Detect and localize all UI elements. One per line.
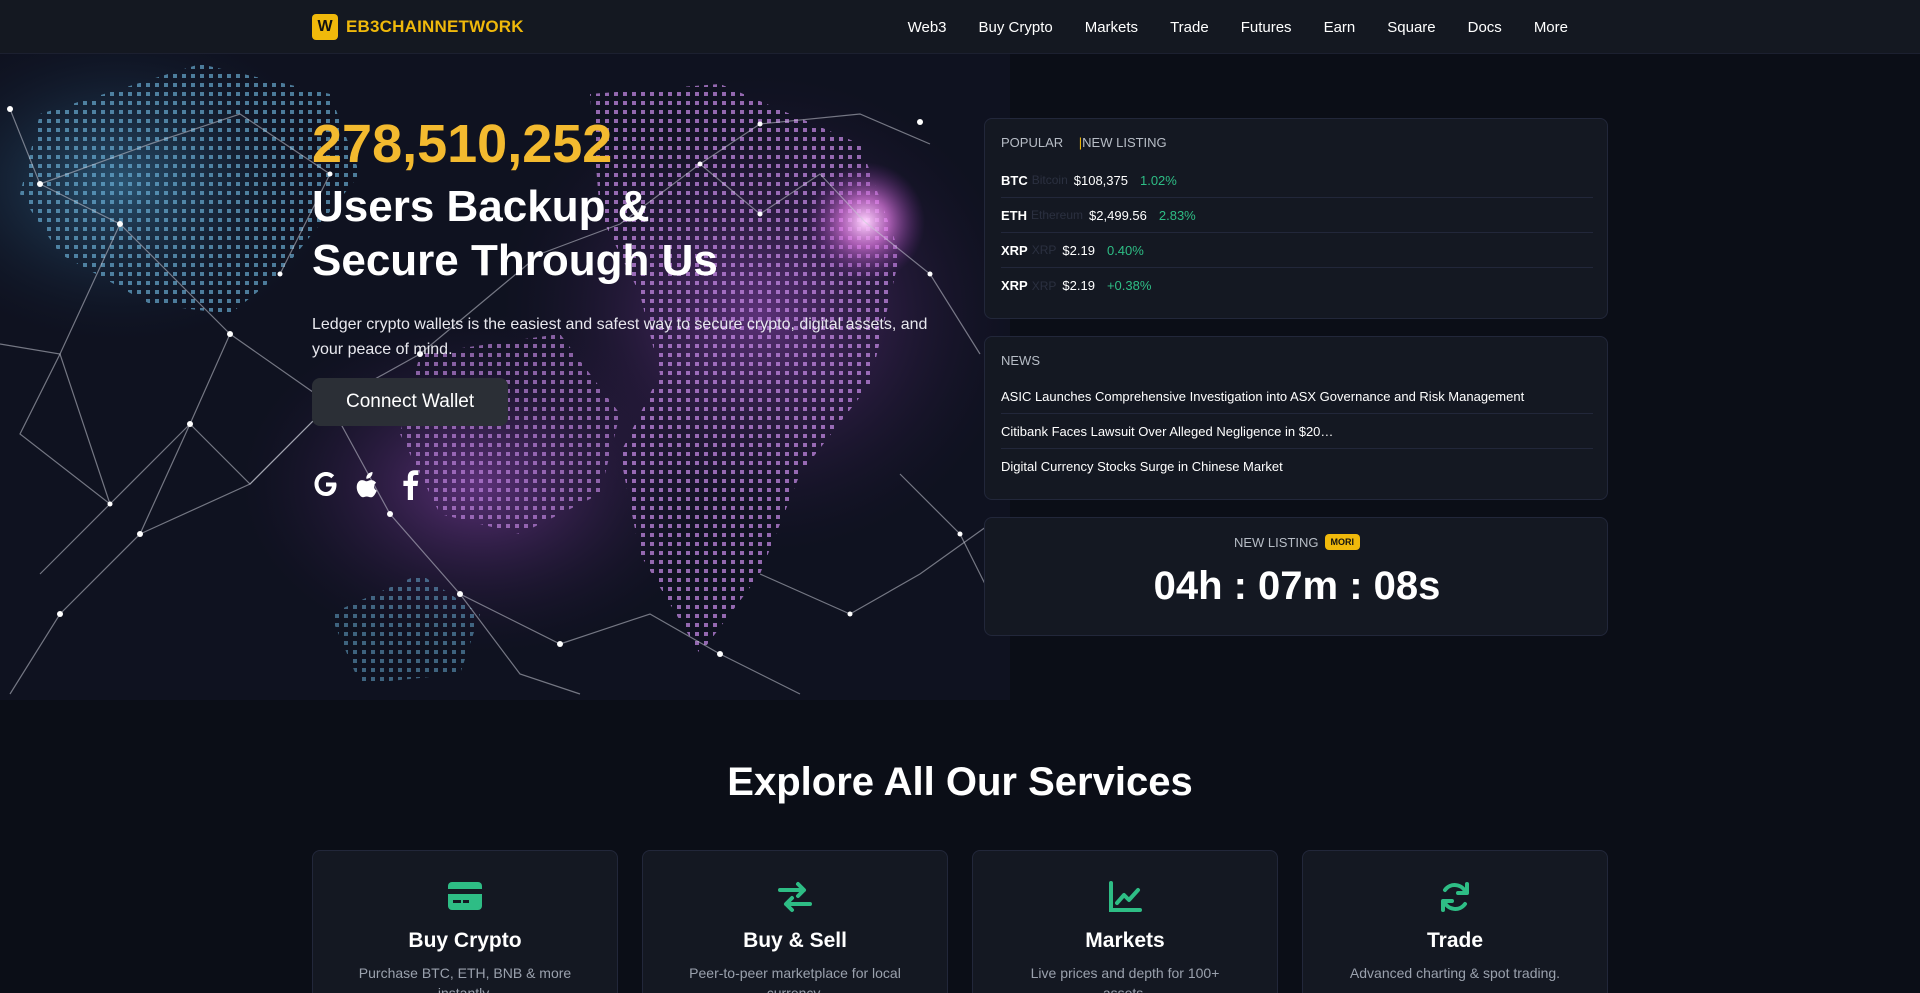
hero-section: 278,510,252 Users Backup & Secure Throug… [312, 114, 952, 500]
service-title: Buy & Sell [743, 929, 847, 952]
ticker-symbol: XRP [1001, 278, 1028, 293]
news-item[interactable]: Digital Currency Stocks Surge in Chinese… [1001, 449, 1593, 484]
apple-icon[interactable] [354, 468, 382, 500]
connect-wallet-button[interactable]: Connect Wallet [312, 378, 509, 426]
news-card: NEWS ASIC Launches Comprehensive Investi… [984, 336, 1608, 500]
credit-card-icon [313, 881, 617, 911]
nav-trade[interactable]: Trade [1170, 19, 1209, 36]
nav-more[interactable]: More [1534, 19, 1568, 36]
nav-square[interactable]: Square [1387, 19, 1435, 36]
ticker-price: $2.19 [1062, 242, 1095, 258]
refresh-icon [1303, 881, 1607, 913]
service-title: Markets [1085, 929, 1165, 952]
service-title: Trade [1426, 929, 1484, 952]
ticker-price: $108,375 [1073, 172, 1128, 188]
service-title: Buy Crypto [408, 929, 522, 952]
facebook-icon[interactable] [396, 468, 424, 500]
news-item[interactable]: Citibank Faces Lawsuit Over Alleged Negl… [1001, 414, 1593, 449]
ticker-symbol: ETH [1001, 207, 1027, 223]
nav-web3[interactable]: Web3 [908, 19, 947, 36]
service-description: Purchase BTC, ETH, BNB & more instantly. [358, 965, 572, 993]
nav-docs[interactable]: Docs [1468, 19, 1502, 36]
ticker-change: 0.40% [1106, 242, 1144, 258]
ticker-change: 1.02% [1139, 172, 1177, 188]
nav-buy-crypto[interactable]: Buy Crypto [979, 19, 1053, 36]
hero-subtext: Ledger crypto wallets is the easiest and… [312, 316, 928, 358]
ticker-tabs: POPULAR |NEW LISTING [1001, 135, 1167, 150]
tab-popular[interactable]: POPULAR [1001, 135, 1063, 150]
ticker-name: XRP [1031, 243, 1057, 257]
service-card-buy-sell[interactable]: Buy & Sell Peer-to-peer marketplace for … [642, 850, 948, 993]
service-card-buy-crypto[interactable]: Buy Crypto Purchase BTC, ETH, BNB & more… [312, 850, 618, 993]
nav-earn[interactable]: Earn [1324, 19, 1356, 36]
service-description: Peer-to-peer marketplace for local curre… [689, 965, 901, 993]
listing-token-badge: MORI [1324, 534, 1360, 550]
new-listing-label: NEW LISTING MORI [985, 534, 1609, 550]
services-title: Explore All Our Services [727, 760, 1193, 804]
tab-new-listing[interactable]: NEW LISTING [1082, 135, 1167, 150]
hero-headline: Users Backup & Secure Through Us [312, 182, 718, 285]
nav-links: Web3 Buy Crypto Markets Trade Futures Ea… [876, 0, 1568, 54]
service-description: Live prices and depth for 100+ assets. [1030, 965, 1220, 993]
line-chart-icon [973, 881, 1277, 913]
ticker-row[interactable]: BTC Bitcoin $108,375 1.02% [1001, 163, 1593, 198]
service-card-markets[interactable]: Markets Live prices and depth for 100+ a… [972, 850, 1278, 993]
ticker-row[interactable]: ETH Ethereum $2,499.56 2.83% [1001, 198, 1593, 233]
google-icon[interactable] [312, 468, 340, 500]
ticker-price: $2.19 [1062, 278, 1095, 293]
nav-markets[interactable]: Markets [1085, 19, 1138, 36]
brand-name: EB3CHAINNETWORK [346, 17, 524, 36]
ticker-row[interactable]: XRP XRP $2.19 0.40% [1001, 233, 1593, 268]
ticker-change: 2.83% [1158, 207, 1196, 223]
ticker-name: Ethereum [1031, 208, 1084, 222]
nav-futures[interactable]: Futures [1241, 19, 1292, 36]
ticker-name: Bitcoin [1031, 173, 1068, 187]
ticker-row[interactable]: XRP XRP $2.19 +0.38% [1001, 268, 1593, 303]
popular-tickers-card: POPULAR |NEW LISTING BTC Bitcoin $108,37… [984, 118, 1608, 319]
listing-countdown: 04h : 07m : 08s [1153, 564, 1441, 608]
top-navbar: W EB3CHAINNETWORK Web3 Buy Crypto Market… [0, 0, 1920, 54]
news-heading: NEWS [1001, 353, 1040, 368]
ticker-symbol: BTC [1001, 172, 1028, 188]
social-login-icons [312, 468, 952, 500]
user-counter: 278,510,252 [312, 114, 613, 174]
exchange-arrows-icon [643, 881, 947, 913]
news-item[interactable]: ASIC Launches Comprehensive Investigatio… [1001, 379, 1593, 414]
brand-logo[interactable]: W EB3CHAINNETWORK [312, 14, 524, 40]
logo-mark: W [312, 14, 338, 40]
ticker-name: XRP [1031, 278, 1057, 293]
service-description: Advanced charting & spot trading. [1349, 965, 1561, 981]
new-listing-card: NEW LISTING MORI 04h : 07m : 08s [984, 517, 1608, 636]
service-card-trade[interactable]: Trade Advanced charting & spot trading. [1302, 850, 1608, 993]
new-listing-text: NEW LISTING [1233, 534, 1319, 550]
ticker-change: +0.38% [1106, 278, 1152, 293]
ticker-price: $2,499.56 [1089, 207, 1147, 223]
ticker-symbol: XRP [1001, 242, 1028, 258]
